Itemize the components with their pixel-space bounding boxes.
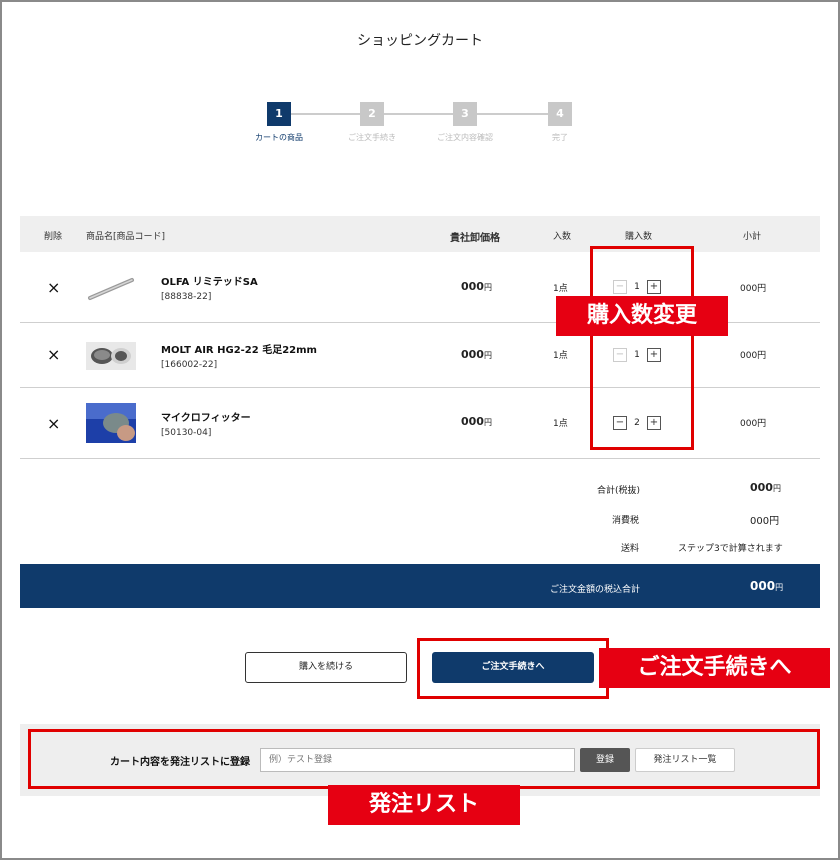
cart-table-header: 削除 商品名[商品コード] 貴社卸価格 入数 購入数 小計 — [20, 216, 820, 252]
product-code: [50130-04] — [161, 428, 212, 438]
step-4: 4 完了 — [515, 102, 605, 143]
checkout-steps: 1 カートの商品 2 ご注文手続き 3 ご注文内容確認 4 完了 — [244, 102, 604, 152]
step-3: 3 ご注文内容確認 — [420, 102, 510, 143]
header-price: 貴社卸価格 — [450, 233, 500, 244]
page-title: ショッピングカート — [357, 33, 483, 49]
product-name[interactable]: マイクロフィッター — [161, 409, 251, 424]
delete-icon[interactable]: × — [47, 345, 60, 364]
product-name[interactable]: MOLT AIR HG2-22 毛足22mm — [161, 341, 317, 356]
product-unit: 1点 — [553, 419, 568, 429]
step-label: ご注文内容確認 — [437, 133, 493, 142]
product-code: [88838-22] — [161, 292, 212, 302]
step-label: カートの商品 — [255, 133, 303, 142]
qty-annotation-box — [590, 246, 694, 450]
order-list-annotation-label: 発注リスト — [328, 785, 520, 825]
step-number: 1 — [267, 102, 291, 126]
row-subtotal: 000円 — [740, 284, 767, 294]
grand-total-bar: ご注文金額の税込合計 000円 — [20, 564, 820, 608]
product-name[interactable]: OLFA リミテッドSA — [161, 273, 258, 288]
cart-row: × マイクロフィッター [50130-04] 000円 1点 − 2 + 000… — [20, 388, 820, 459]
product-price: 000円 — [461, 348, 492, 361]
subtotal-label: 合計(税抜) — [597, 486, 641, 496]
product-unit: 1点 — [553, 284, 568, 294]
step-1: 1 カートの商品 — [234, 102, 324, 143]
grand-total-value: 000円 — [750, 579, 784, 593]
step-number: 4 — [548, 102, 572, 126]
continue-shopping-button[interactable]: 購入を続ける — [245, 652, 407, 683]
header-name: 商品名[商品コード] — [86, 232, 166, 242]
shipping-label: 送料 — [621, 544, 640, 554]
product-unit: 1点 — [553, 351, 568, 361]
step-2: 2 ご注文手続き — [327, 102, 417, 143]
delete-icon[interactable]: × — [47, 414, 60, 433]
subtotal-value: 000円 — [750, 481, 781, 494]
header-unit: 入数 — [553, 232, 572, 242]
product-image — [86, 403, 136, 443]
qty-annotation-label: 購入数変更 — [556, 296, 728, 336]
grand-total-label: ご注文金額の税込合計 — [550, 585, 641, 595]
row-subtotal: 000円 — [740, 419, 767, 429]
shipping-value: ステップ3で計算されます — [678, 544, 783, 554]
product-price: 000円 — [461, 415, 492, 428]
order-list-annotation-box — [28, 729, 820, 789]
product-code: [166002-22] — [161, 360, 218, 370]
header-qty: 購入数 — [625, 232, 653, 242]
product-image — [86, 342, 136, 370]
header-subtotal: 小計 — [743, 232, 762, 242]
product-image — [88, 278, 134, 300]
step-number: 3 — [453, 102, 477, 126]
row-subtotal: 000円 — [740, 351, 767, 361]
header-delete: 削除 — [44, 232, 63, 242]
tax-label: 消費税 — [612, 516, 640, 526]
checkout-annotation-box — [417, 638, 609, 699]
step-number: 2 — [360, 102, 384, 126]
tax-value: 000円 — [750, 516, 780, 527]
product-price: 000円 — [461, 280, 492, 293]
checkout-annotation-label: ご注文手続きへ — [599, 648, 830, 688]
step-label: 完了 — [552, 133, 568, 142]
step-label: ご注文手続き — [348, 133, 396, 142]
delete-icon[interactable]: × — [47, 278, 60, 297]
